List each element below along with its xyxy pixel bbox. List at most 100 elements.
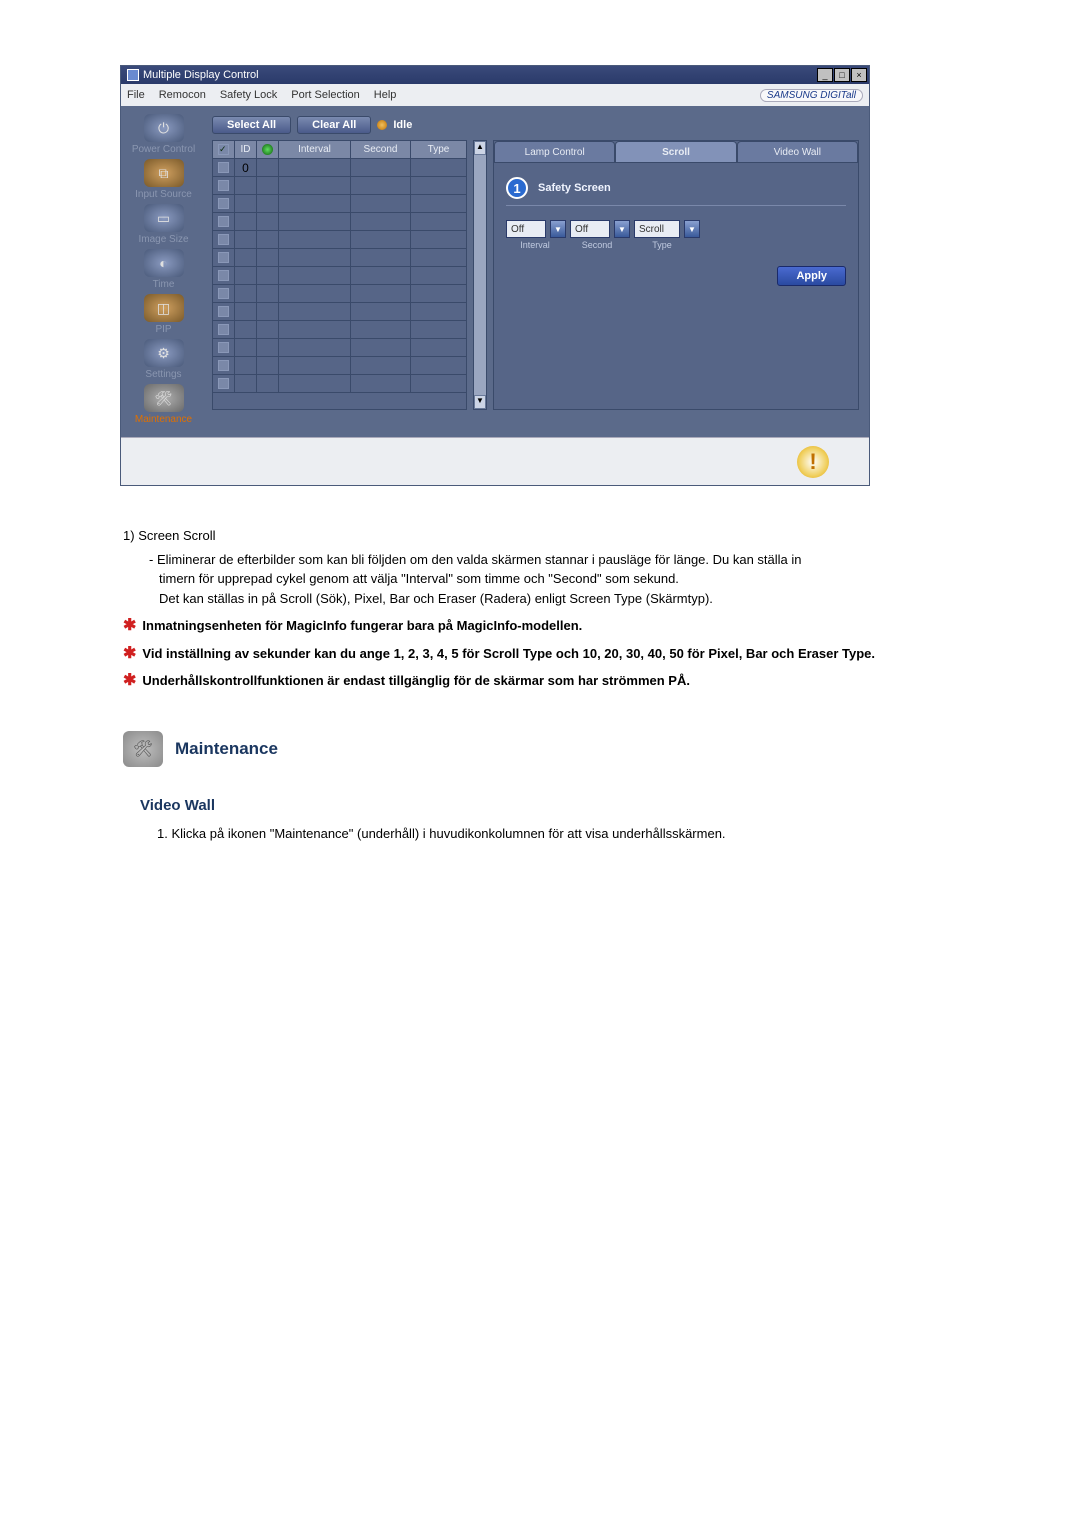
tab-video-wall[interactable]: Video Wall <box>737 141 858 163</box>
menu-file[interactable]: File <box>127 89 145 101</box>
chevron-down-icon[interactable]: ▼ <box>614 220 630 238</box>
sidebar-label: Power Control <box>132 144 195 155</box>
minimize-button[interactable]: _ <box>817 68 833 82</box>
apply-button[interactable]: Apply <box>777 266 846 286</box>
table-row[interactable] <box>213 249 466 267</box>
row-checkbox[interactable] <box>218 306 229 317</box>
table-row[interactable] <box>213 321 466 339</box>
doc-body: 1) Screen Scroll - Eliminerar de efterbi… <box>123 526 1005 691</box>
header-checkbox[interactable] <box>218 144 229 155</box>
second-select[interactable]: Off <box>570 220 610 238</box>
row-checkbox[interactable] <box>218 180 229 191</box>
app-window: Multiple Display Control _ □ × File Remo… <box>120 65 870 486</box>
sidebar-label: Image Size <box>138 234 188 245</box>
table-row[interactable] <box>213 213 466 231</box>
safety-screen-title: Safety Screen <box>538 182 611 194</box>
note-text: Vid inställning av sekunder kan du ange … <box>142 644 875 664</box>
table-header: ID Interval Second Type <box>213 141 466 159</box>
star-icon: ✱ <box>123 616 136 636</box>
table-row[interactable] <box>213 303 466 321</box>
control-panel: Lamp Control Scroll Video Wall 1 Safety … <box>493 140 859 410</box>
row-checkbox[interactable] <box>218 324 229 335</box>
brand-badge: SAMSUNG DIGITall <box>760 89 863 102</box>
power-status-icon <box>262 144 273 155</box>
table-row[interactable] <box>213 267 466 285</box>
sidebar-item-power-control[interactable]: ⏻ Power Control <box>126 114 201 155</box>
maximize-button[interactable]: □ <box>834 68 850 82</box>
sidebar-item-image-size[interactable]: ▭ Image Size <box>126 204 201 245</box>
status-bar: ! <box>121 437 869 485</box>
table-row[interactable] <box>213 195 466 213</box>
window-controls: _ □ × <box>817 68 867 82</box>
sidebar-label: Time <box>153 279 175 290</box>
cell-id: 0 <box>235 159 257 177</box>
idle-indicator-icon <box>377 120 387 130</box>
table-row[interactable] <box>213 285 466 303</box>
table-row[interactable]: 0 <box>213 159 466 177</box>
numbered-item: 1. Klicka på ikonen "Maintenance" (under… <box>157 826 1005 841</box>
maintenance-icon: 🛠 <box>123 731 163 767</box>
note-row: ✱ Underhållskontrollfunktionen är endast… <box>123 671 1005 691</box>
table-row[interactable] <box>213 357 466 375</box>
content-area: Select All Clear All Idle ID Inter <box>206 106 869 437</box>
row-checkbox[interactable] <box>218 378 229 389</box>
row-checkbox[interactable] <box>218 252 229 263</box>
col-check <box>213 141 235 159</box>
menu-help[interactable]: Help <box>374 89 397 101</box>
maintenance-icon: 🛠 <box>144 384 184 412</box>
note-row: ✱ Inmatningsenheten för MagicInfo funger… <box>123 616 1005 636</box>
second-sublabel: Second <box>568 240 626 250</box>
col-second: Second <box>351 141 411 159</box>
row-checkbox[interactable] <box>218 342 229 353</box>
table-row[interactable] <box>213 339 466 357</box>
note-row: ✱ Vid inställning av sekunder kan du ang… <box>123 644 1005 664</box>
tab-scroll[interactable]: Scroll <box>615 141 736 163</box>
row-checkbox[interactable] <box>218 288 229 299</box>
sidebar-item-pip[interactable]: ◫ PIP <box>126 294 201 335</box>
menu-remocon[interactable]: Remocon <box>159 89 206 101</box>
image-size-icon: ▭ <box>144 204 184 232</box>
sidebar-label: Settings <box>145 369 181 380</box>
table-row[interactable] <box>213 177 466 195</box>
type-sublabel: Type <box>630 240 694 250</box>
divider <box>506 205 846 206</box>
sidebar-item-time[interactable]: ◐ Time <box>126 249 201 290</box>
star-icon: ✱ <box>123 644 136 664</box>
settings-icon: ⚙ <box>144 339 184 367</box>
row-checkbox[interactable] <box>218 270 229 281</box>
menu-port-selection[interactable]: Port Selection <box>291 89 359 101</box>
callout-badge: 1 <box>506 177 528 199</box>
select-all-button[interactable]: Select All <box>212 116 291 134</box>
sidebar-item-maintenance[interactable]: 🛠 Maintenance <box>126 384 201 425</box>
chevron-down-icon[interactable]: ▼ <box>684 220 700 238</box>
chevron-down-icon[interactable]: ▼ <box>550 220 566 238</box>
scroll-down-button[interactable]: ▼ <box>474 395 486 409</box>
tab-lamp-control[interactable]: Lamp Control <box>494 141 615 163</box>
scroll-up-button[interactable]: ▲ <box>474 141 486 155</box>
sidebar-item-input-source[interactable]: ⧉ Input Source <box>126 159 201 200</box>
table-scrollbar[interactable]: ▲ ▼ <box>473 140 487 410</box>
menu-safety-lock[interactable]: Safety Lock <box>220 89 277 101</box>
clear-all-button[interactable]: Clear All <box>297 116 371 134</box>
table-row[interactable] <box>213 375 466 393</box>
row-checkbox[interactable] <box>218 360 229 371</box>
list-line: timern för upprepad cykel genom att välj… <box>123 569 1005 589</box>
section-header: 🛠 Maintenance <box>123 731 1005 767</box>
table-row[interactable] <box>213 231 466 249</box>
close-button[interactable]: × <box>851 68 867 82</box>
row-checkbox[interactable] <box>218 198 229 209</box>
row-checkbox[interactable] <box>218 216 229 227</box>
sidebar-label: Maintenance <box>135 414 192 425</box>
titlebar: Multiple Display Control _ □ × <box>121 66 869 84</box>
row-checkbox[interactable] <box>218 234 229 245</box>
interval-select[interactable]: Off <box>506 220 546 238</box>
time-icon: ◐ <box>144 249 184 277</box>
list-title: Screen Scroll <box>138 528 215 543</box>
menubar: File Remocon Safety Lock Port Selection … <box>121 84 869 106</box>
list-number: 1) <box>123 528 135 543</box>
interval-sublabel: Interval <box>506 240 564 250</box>
row-checkbox[interactable] <box>218 162 229 173</box>
sidebar-item-settings[interactable]: ⚙ Settings <box>126 339 201 380</box>
type-select[interactable]: Scroll <box>634 220 680 238</box>
app-icon <box>127 69 139 81</box>
